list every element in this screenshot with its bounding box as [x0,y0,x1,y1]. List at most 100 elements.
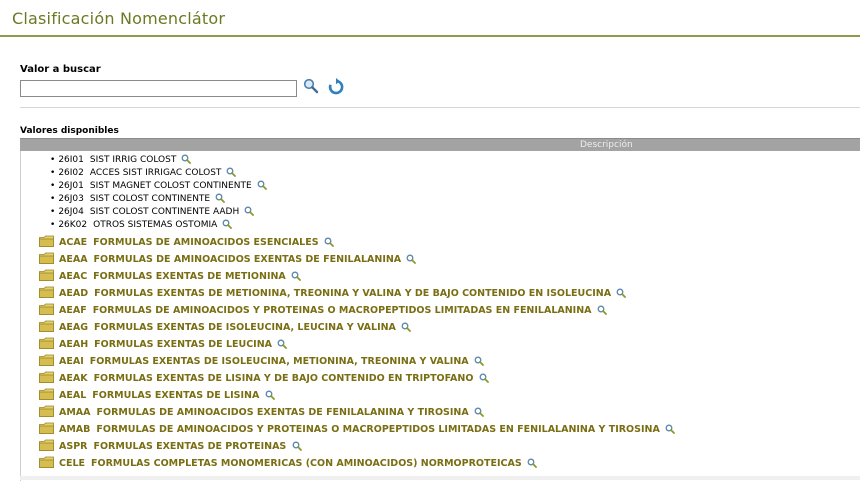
folder-item[interactable]: AEAG FORMULAS EXENTAS DE ISOLEUCINA, LEUC… [39,320,412,336]
item-description: FORMULAS EXENTAS DE ISOLEUCINA, METIONIN… [89,356,469,367]
folder-item[interactable]: AEAK FORMULAS EXENTAS DE LISINA Y DE BAJO… [39,371,489,387]
list-item[interactable]: • 26J04 SIST COLOST CONTINENTE AADH [50,206,255,219]
folder-item[interactable]: CELE FORMULAS COMPLETAS MONOMERICAS (CON … [39,456,537,472]
item-description: SIST COLOST CONTINENTE AADH [89,207,240,217]
magnifier-icon[interactable] [401,322,412,332]
column-header-description: Descripción [580,140,633,150]
folder-icon [39,456,54,468]
magnifier-icon[interactable] [479,373,489,383]
magnifier-icon[interactable] [265,390,275,400]
list-item[interactable]: • 26K02 OTROS SISTEMAS OSTOMIA [50,219,233,232]
folder-icon [39,388,54,400]
list-item[interactable]: • 26J01 SIST MAGNET COLOST CONTINENTE [50,180,267,193]
folder-item[interactable]: AMAA FORMULAS DE AMINOACIDOS EXENTAS DE F… [39,405,484,421]
magnifier-icon[interactable] [222,219,233,229]
bullet-icon: • [50,155,56,165]
folder-item[interactable]: AEAL FORMULAS EXENTAS DE LISINA [39,388,275,404]
item-description: FORMULAS EXENTAS DE METIONINA, TREONINA … [94,288,612,299]
bullet-icon: • [50,194,56,204]
folder-item[interactable]: AEAF FORMULAS DE AMINOACIDOS Y PROTEINAS … [39,303,607,319]
magnifier-icon[interactable] [292,441,302,451]
results-list: • 26I01 SIST IRRIG COLOST • 26I02 ACCES SIST… [20,151,860,481]
item-code: 26J04 [58,207,84,217]
refresh-icon [328,78,344,95]
item-code: AEAK [59,373,88,384]
folder-item[interactable]: AEAC FORMULAS EXENTAS DE METIONINA [39,269,301,285]
folder-item[interactable]: ACAE FORMULAS DE AMINOACIDOS ESENCIALES [39,235,334,251]
magnifier-icon[interactable] [257,180,267,190]
folder-icon [39,303,54,315]
item-description: FORMULAS DE AMINOACIDOS EXENTAS DE FENIL… [96,407,469,418]
magnifier-icon[interactable] [277,339,288,349]
folder-item[interactable]: AMAB FORMULAS DE AMINOACIDOS Y PROTEINAS … [39,422,676,438]
item-code: 26I01 [58,155,84,165]
list-item[interactable]: • 26J03 SIST COLOST CONTINENTE [50,193,225,206]
magnifier-icon[interactable] [226,167,237,177]
item-code: AEAG [59,322,88,333]
item-description: SIST MAGNET COLOST CONTINENTE [89,181,252,191]
bullet-icon: • [50,207,56,217]
list-item[interactable]: • 26I02 ACCES SIST IRRIGAC COLOST [50,167,237,180]
magnifier-icon[interactable] [291,271,301,281]
item-code: AMAB [59,424,91,435]
refresh-button[interactable] [327,78,345,96]
scrollbar-track[interactable] [20,476,860,480]
item-code: 26K02 [58,220,88,230]
magnifier-icon[interactable] [597,305,607,315]
item-description: FORMULAS DE AMINOACIDOS Y PROTEINAS O MA… [92,305,592,316]
folder-icon [39,320,54,332]
magnifier-icon [303,78,319,94]
folder-icon [39,422,54,434]
item-description: FORMULAS DE AMINOACIDOS EXENTAS DE FENIL… [93,254,402,265]
magnifier-icon[interactable] [406,254,417,264]
folder-item[interactable]: AEAI FORMULAS EXENTAS DE ISOLEUCINA, METI… [39,354,484,370]
item-description: SIST COLOST CONTINENTE [89,194,211,204]
item-description: FORMULAS COMPLETAS MONOMERICAS (CON AMIN… [91,458,522,469]
page-title: Clasificación Nomenclátor [12,9,226,28]
item-code: ACAE [59,237,88,248]
search-label: Valor a buscar [20,64,101,75]
item-code: AEAC [59,271,88,282]
item-code: 26I02 [58,168,84,178]
folder-icon [39,371,54,383]
search-input[interactable] [20,80,297,97]
magnifier-icon[interactable] [616,288,627,298]
magnifier-icon[interactable] [527,458,537,468]
bullet-icon: • [50,168,56,178]
item-description: ACCES SIST IRRIGAC COLOST [89,168,222,178]
item-description: FORMULAS EXENTAS DE METIONINA [93,271,286,282]
folder-icon [39,439,54,451]
folder-item[interactable]: ASPR FORMULAS EXENTAS DE PROTEINAS [39,439,302,455]
folder-item[interactable]: AEAD FORMULAS EXENTAS DE METIONINA, TREON… [39,286,627,302]
folder-icon [39,269,54,281]
item-description: FORMULAS DE AMINOACIDOS ESENCIALES [93,237,319,248]
item-description: FORMULAS EXENTAS DE PROTEINAS [93,441,287,452]
magnifier-icon[interactable] [324,237,334,247]
magnifier-icon[interactable] [474,407,484,417]
item-code: AEAA [59,254,88,265]
folder-item[interactable]: AEAA FORMULAS DE AMINOACIDOS EXENTAS DE F… [39,252,417,268]
divider [20,107,860,108]
folder-icon [39,235,54,247]
magnifier-icon[interactable] [665,424,676,434]
folder-icon [39,354,54,366]
magnifier-icon[interactable] [181,154,192,164]
search-button[interactable] [303,78,319,94]
folder-icon [39,286,54,298]
bullet-icon: • [50,220,56,230]
item-code: 26J01 [58,181,84,191]
magnifier-icon[interactable] [474,356,484,366]
item-code: AEAI [59,356,84,367]
folder-item[interactable]: AEAH FORMULAS EXENTAS DE LEUCINA [39,337,288,353]
item-description: FORMULAS EXENTAS DE ISOLEUCINA, LEUCINA … [94,322,396,333]
values-label: Valores disponibles [20,126,119,136]
item-code: AEAL [59,390,87,401]
list-item[interactable]: • 26I01 SIST IRRIG COLOST [50,154,192,167]
item-code: AEAD [59,288,89,299]
item-code: CELE [59,458,86,469]
item-code: AEAF [59,305,87,316]
item-description: FORMULAS EXENTAS DE LISINA [92,390,260,401]
magnifier-icon[interactable] [244,206,255,216]
magnifier-icon[interactable] [215,193,225,203]
folder-icon [39,405,54,417]
